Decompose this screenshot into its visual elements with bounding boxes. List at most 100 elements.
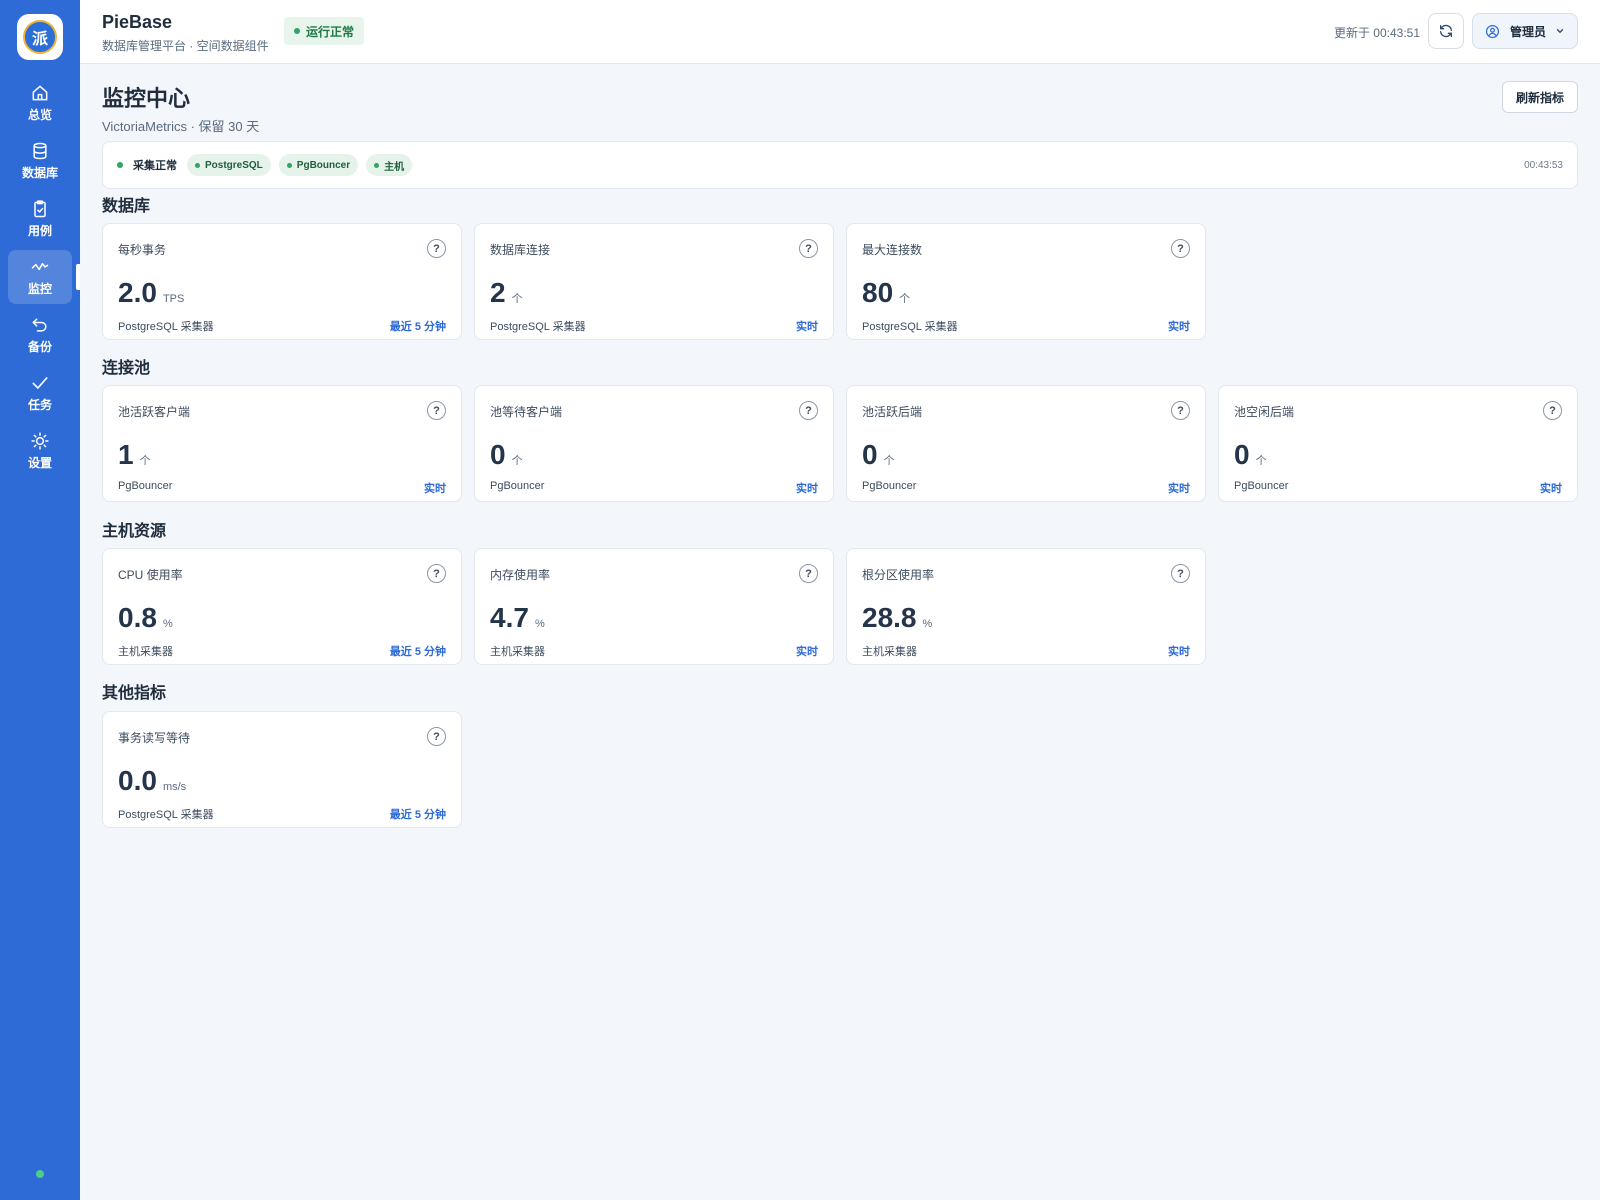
- sidebar-item-cases[interactable]: 用例: [8, 192, 72, 246]
- sidebar-item-monitor[interactable]: 监控: [8, 250, 72, 304]
- sidebar-item-label: 设置: [27, 456, 52, 470]
- help-icon[interactable]: ?: [1171, 401, 1190, 420]
- metric-unit: %: [162, 618, 173, 630]
- app-logo[interactable]: 派: [17, 14, 63, 60]
- help-icon[interactable]: ?: [427, 239, 446, 258]
- metric-window: 实时: [1168, 483, 1190, 495]
- last-updated: 更新于 00:43:51: [1333, 26, 1420, 40]
- metric-title: CPU 使用率: [118, 568, 183, 582]
- metric-source: PostgreSQL 采集器: [118, 809, 214, 821]
- metric-value-row: 2 个: [490, 277, 523, 309]
- section-title-database: 数据库: [102, 198, 151, 215]
- collector-chip-postgresql: PostgreSQL: [187, 154, 271, 176]
- clipboard-check-icon: [34, 200, 46, 218]
- sidebar-item-settings[interactable]: 设置: [8, 424, 72, 478]
- sidebar-item-label: 数据库: [21, 166, 58, 180]
- metric-card-db-connections: 数据库连接 ? 2 个 PostgreSQL 采集器 实时: [474, 223, 834, 340]
- user-circle-icon: [1485, 24, 1500, 38]
- metric-title: 根分区使用率: [862, 568, 935, 582]
- help-icon[interactable]: ?: [799, 239, 818, 258]
- refresh-metrics-button[interactable]: 刷新指标: [1502, 81, 1578, 113]
- status-dot: [294, 28, 300, 34]
- collector-status-bar: 采集正常 PostgreSQL PgBouncer 主机 00:43:53: [102, 141, 1578, 189]
- help-icon[interactable]: ?: [427, 401, 446, 420]
- logo-mark: 派: [23, 20, 57, 54]
- metric-value-row: 1 个: [118, 439, 151, 471]
- metric-title: 事务读写等待: [118, 731, 191, 745]
- sun-settings-icon: [31, 432, 49, 450]
- metric-unit: %: [534, 618, 545, 630]
- metric-value: 4.7: [490, 602, 529, 633]
- metric-unit: TPS: [162, 293, 185, 305]
- help-icon[interactable]: ?: [799, 401, 818, 420]
- user-name: 管理员: [1510, 24, 1547, 39]
- metric-value-row: 0 个: [490, 439, 523, 471]
- metric-window: 实时: [1168, 321, 1190, 333]
- chip-dot: [286, 162, 292, 168]
- undo-icon: [32, 318, 47, 332]
- refresh-icon: [1440, 24, 1452, 38]
- section-title-other: 其他指标: [102, 685, 167, 702]
- metric-card-pool-active-clients: 池活跃客户端 ? 1 个 PgBouncer 实时: [102, 385, 462, 502]
- chip-label: PgBouncer: [296, 159, 351, 171]
- database-icon: [33, 142, 47, 160]
- metric-value: 2: [490, 277, 506, 308]
- refresh-button[interactable]: [1428, 13, 1464, 49]
- metric-unit: ms/s: [162, 781, 187, 793]
- check-icon: [32, 377, 48, 389]
- collector-chip-pgbouncer: PgBouncer: [278, 154, 359, 176]
- metric-unit: 个: [899, 293, 911, 305]
- collector-timestamp: 00:43:53: [1524, 159, 1563, 171]
- metric-title: 最大连接数: [862, 243, 923, 257]
- help-icon[interactable]: ?: [427, 727, 446, 746]
- metric-card-pool-active-backends: 池活跃后端 ? 0 个 PgBouncer 实时: [846, 385, 1206, 502]
- metric-value: 2.0: [118, 277, 157, 308]
- metric-source: 主机采集器: [118, 646, 173, 658]
- metric-title: 每秒事务: [118, 243, 167, 257]
- app-subtitle: 数据库管理平台 · 空间数据组件: [102, 39, 269, 53]
- metric-window: 实时: [1168, 646, 1190, 658]
- metric-card-root-partition: 根分区使用率 ? 28.8 % 主机采集器 实时: [846, 548, 1206, 665]
- metric-source: 主机采集器: [490, 646, 545, 658]
- sidebar-item-database[interactable]: 数据库: [8, 134, 72, 188]
- help-icon[interactable]: ?: [799, 564, 818, 583]
- page-subtitle: VictoriaMetrics · 保留 30 天: [102, 119, 260, 134]
- metric-title: 内存使用率: [490, 568, 551, 582]
- sidebar-item-backup[interactable]: 备份: [8, 308, 72, 362]
- help-icon[interactable]: ?: [1171, 564, 1190, 583]
- metric-value-row: 4.7 %: [490, 602, 545, 634]
- metric-value-row: 0 个: [1234, 439, 1267, 471]
- sidebar-nav: 总览 数据库 用例 监控 备份 任务 设置: [8, 76, 72, 482]
- top-header: PieBase 数据库管理平台 · 空间数据组件 运行正常 更新于 00:43:…: [80, 0, 1600, 64]
- sidebar-item-label: 用例: [27, 224, 52, 238]
- user-menu-button[interactable]: 管理员: [1472, 13, 1578, 49]
- sidebar-item-label: 监控: [27, 282, 52, 296]
- metric-value-row: 0 个: [862, 439, 895, 471]
- help-icon[interactable]: ?: [1543, 401, 1562, 420]
- chevron-down-icon: [1556, 29, 1564, 33]
- metric-title: 池活跃后端: [862, 405, 923, 419]
- sidebar: 派 总览 数据库 用例 监控 备份 任务 设置: [0, 0, 80, 1200]
- metric-window: 实时: [1540, 483, 1562, 495]
- page-title: 监控中心: [102, 86, 191, 111]
- help-icon[interactable]: ?: [1171, 239, 1190, 258]
- metric-unit: %: [922, 618, 933, 630]
- sidebar-item-label: 备份: [27, 340, 52, 354]
- status-badge-label: 运行正常: [306, 24, 355, 39]
- help-icon[interactable]: ?: [427, 564, 446, 583]
- chip-label: 主机: [384, 161, 405, 173]
- sidebar-item-overview[interactable]: 总览: [8, 76, 72, 130]
- app-title: PieBase: [102, 12, 173, 32]
- sidebar-item-tasks[interactable]: 任务: [8, 366, 72, 420]
- metric-value-row: 0.0 ms/s: [118, 765, 186, 797]
- activity-icon: [31, 262, 49, 271]
- metric-value: 0: [490, 439, 506, 470]
- metric-value: 1: [118, 439, 134, 470]
- collector-status: 采集正常: [117, 157, 177, 173]
- metric-unit: 个: [511, 293, 523, 305]
- metric-value-row: 0.8 %: [118, 602, 173, 634]
- metric-value-row: 28.8 %: [862, 602, 932, 634]
- metric-title: 池活跃客户端: [118, 405, 191, 419]
- metric-card-pool-waiting-clients: 池等待客户端 ? 0 个 PgBouncer 实时: [474, 385, 834, 502]
- metric-source: 主机采集器: [862, 646, 917, 658]
